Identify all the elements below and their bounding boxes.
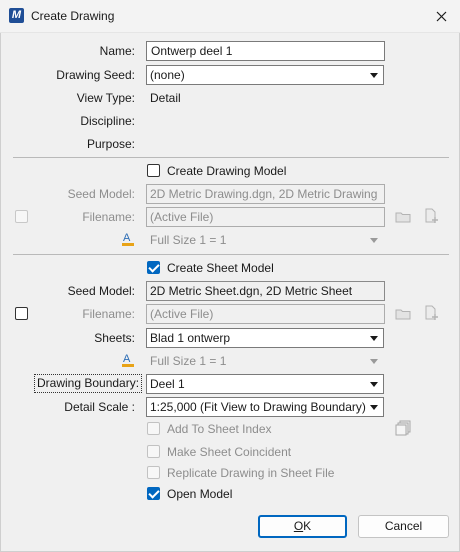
drawing-seed-label: Drawing Seed:: [56, 68, 135, 82]
add-to-sheet-index-checkbox[interactable]: [147, 422, 160, 435]
separator: [13, 157, 449, 158]
annotation-scale-icon: A: [122, 232, 134, 246]
detail-scale-label: Detail Scale :: [64, 400, 135, 414]
purpose-label: Purpose:: [86, 137, 135, 151]
drawing-filename-field[interactable]: (Active File): [146, 207, 385, 227]
sheet-index-icon[interactable]: [395, 420, 411, 436]
open-model-label: Open Model: [167, 487, 233, 501]
view-type-value: Detail: [150, 91, 181, 105]
folder-icon[interactable]: [395, 308, 411, 320]
chevron-down-icon: [370, 336, 378, 341]
drawing-boundary-dropdown[interactable]: Deel 1: [146, 374, 384, 394]
view-type-label: View Type:: [76, 91, 135, 105]
replicate-drawing-checkbox[interactable]: [147, 466, 160, 479]
sheet-seed-model-field[interactable]: 2D Metric Sheet.dgn, 2D Metric Sheet: [146, 281, 385, 301]
detail-scale-dropdown[interactable]: 1:25,000 (Fit View to Drawing Boundary): [146, 397, 384, 417]
chevron-down-icon: [370, 238, 378, 243]
annotation-scale-icon: A: [122, 353, 134, 367]
new-file-icon[interactable]: [424, 208, 440, 224]
sheet-seed-model-label: Seed Model:: [67, 284, 135, 298]
create-drawing-model-checkbox[interactable]: [147, 164, 160, 177]
make-sheet-coincident-checkbox[interactable]: [147, 445, 160, 458]
ok-accelerator: O: [293, 519, 304, 533]
drawing-seed-model-label: Seed Model:: [67, 187, 135, 201]
name-label: Name:: [99, 44, 135, 58]
app-icon: M: [9, 8, 24, 23]
drawing-boundary-label: Drawing Boundary:: [34, 374, 143, 393]
make-sheet-coincident-label: Make Sheet Coincident: [167, 445, 292, 459]
ok-button[interactable]: OK: [258, 515, 347, 538]
sheet-filename-label: Filename:: [82, 307, 135, 321]
chevron-down-icon: [370, 359, 378, 364]
svg-text:A: A: [123, 353, 131, 365]
folder-icon[interactable]: [395, 211, 411, 223]
sheets-value: Blad 1 ontwerp: [150, 331, 231, 345]
new-file-icon[interactable]: [424, 305, 440, 321]
chevron-down-icon: [370, 405, 378, 410]
drawing-seed-dropdown[interactable]: (none): [146, 65, 384, 85]
name-input[interactable]: Ontwerp deel 1: [146, 41, 385, 61]
title-bar: M Create Drawing: [0, 0, 460, 33]
sheets-label: Sheets:: [94, 331, 135, 345]
create-sheet-model-label: Create Sheet Model: [167, 261, 274, 275]
create-drawing-model-label: Create Drawing Model: [167, 164, 287, 178]
discipline-label: Discipline:: [80, 114, 135, 128]
ok-label: K: [303, 519, 312, 533]
chevron-down-icon: [370, 73, 378, 78]
chevron-down-icon: [370, 382, 378, 387]
detail-scale-value: 1:25,000 (Fit View to Drawing Boundary): [150, 400, 366, 414]
drawing-seed-model-field[interactable]: 2D Metric Drawing.dgn, 2D Metric Drawing: [146, 184, 385, 204]
close-button[interactable]: [428, 4, 454, 28]
create-sheet-model-checkbox[interactable]: [147, 261, 160, 274]
sheet-filename-checkbox[interactable]: [15, 307, 28, 320]
close-icon: [436, 11, 447, 22]
drawing-boundary-value: Deel 1: [150, 377, 185, 391]
sheet-annotation-scale-dropdown[interactable]: Full Size 1 = 1: [146, 351, 384, 371]
dialog-content: Name: Ontwerp deel 1 Drawing Seed: (none…: [0, 33, 460, 552]
svg-text:A: A: [123, 232, 131, 244]
replicate-drawing-label: Replicate Drawing in Sheet File: [167, 466, 335, 480]
cancel-button[interactable]: Cancel: [358, 515, 449, 538]
window-title: Create Drawing: [31, 9, 115, 23]
add-to-sheet-index-label: Add To Sheet Index: [167, 422, 272, 436]
sheet-annotation-scale-value: Full Size 1 = 1: [150, 354, 227, 368]
sheet-filename-field[interactable]: (Active File): [146, 304, 385, 324]
drawing-annotation-scale-dropdown[interactable]: Full Size 1 = 1: [146, 230, 384, 250]
drawing-seed-value: (none): [150, 68, 185, 82]
sheets-dropdown[interactable]: Blad 1 ontwerp: [146, 328, 384, 348]
drawing-annotation-scale-value: Full Size 1 = 1: [150, 233, 227, 247]
separator: [13, 254, 449, 255]
drawing-filename-checkbox[interactable]: [15, 210, 28, 223]
open-model-checkbox[interactable]: [147, 487, 160, 500]
drawing-filename-label: Filename:: [82, 210, 135, 224]
